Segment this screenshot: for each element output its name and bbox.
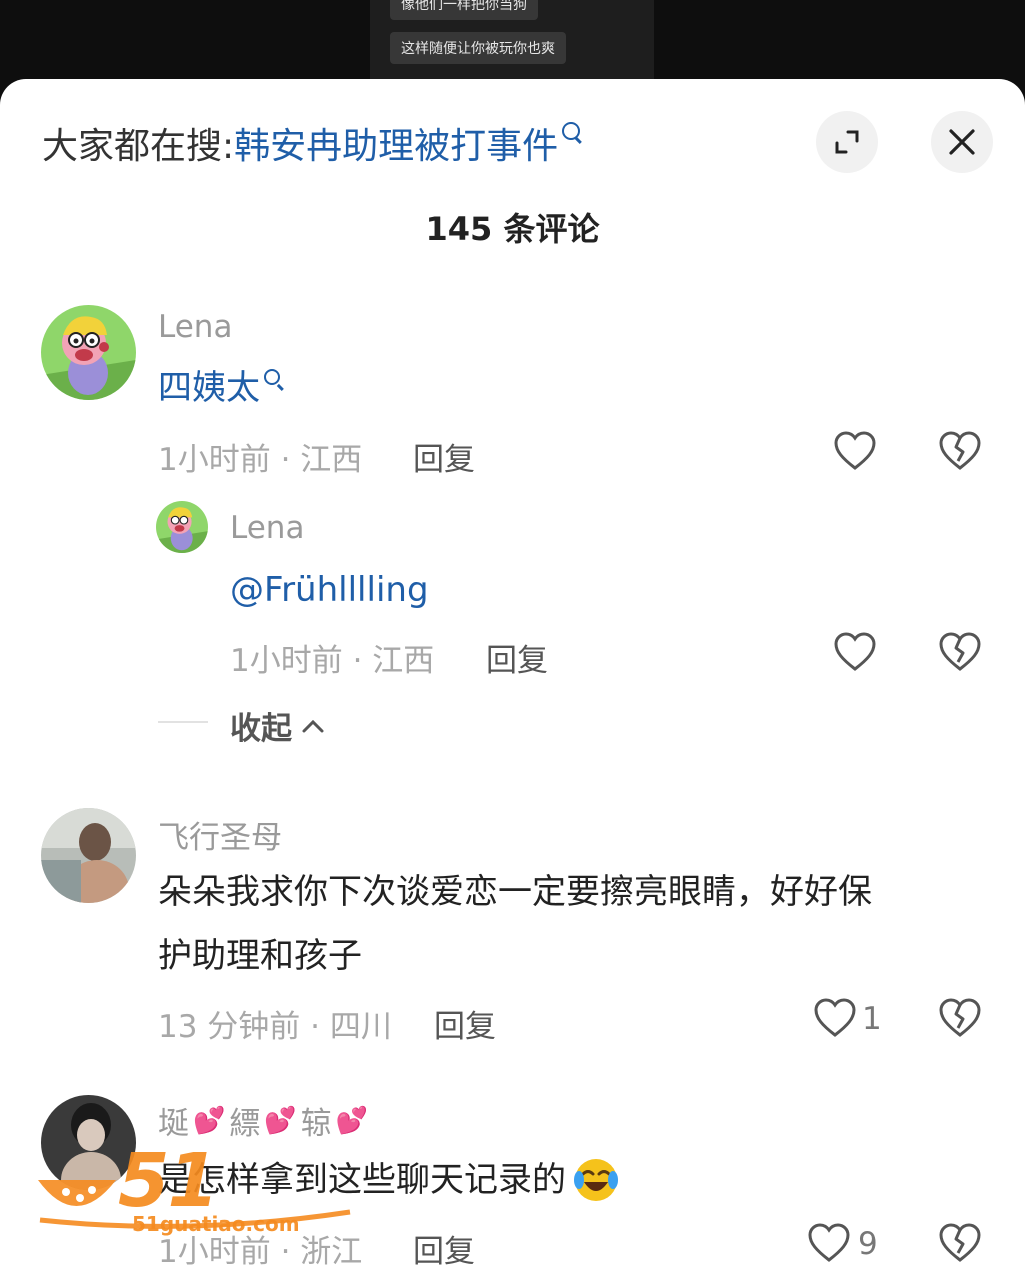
search-icon [562,122,581,140]
like-count: 9 [858,1226,878,1262]
comment-text: 护助理和孩子 [158,936,362,976]
two-hearts-icon: 💕 [264,1105,297,1136]
video-caption: 这样随便让你被玩你也爽 [390,32,566,64]
search-label: 大家都在搜: [42,126,235,167]
collapse-replies-button[interactable]: 收起 [230,703,326,748]
broken-heart-icon[interactable] [937,1220,983,1266]
comment-meta: 1小时前 · 江西 [230,643,435,679]
close-button[interactable] [931,111,993,173]
two-hearts-icon: 💕 [193,1105,226,1136]
avatar[interactable] [41,808,136,903]
username[interactable]: Lena [158,309,232,345]
avatar[interactable] [156,501,208,553]
mention-link[interactable]: @Frühlllling [230,558,429,622]
broken-heart-icon[interactable] [937,428,983,474]
avatar[interactable] [41,305,136,400]
username[interactable]: Lena [230,510,304,546]
comment-text: 四姨太 [158,356,280,420]
reply-button[interactable]: 回复 [413,434,475,479]
chevron-up-icon [302,719,324,732]
expand-icon [835,130,859,154]
username-part: 縹 [229,1106,261,1142]
trending-search[interactable]: 大家都在搜: 韩安冉助理被打事件 [42,117,581,169]
comment-meta: 1小时前 · 江西 [158,442,363,478]
divider [158,721,208,723]
heart-icon[interactable] [812,995,858,1041]
close-icon [949,129,975,155]
crying-laughing-emoji-icon [574,1159,618,1201]
username[interactable]: 飞行圣母 [158,812,282,857]
username-part: 埏 [158,1106,189,1142]
expand-button[interactable] [816,111,878,173]
heart-icon[interactable] [832,629,878,675]
search-term-link[interactable]: 韩安冉助理被打事件 [234,117,558,169]
reply-button[interactable]: 回复 [413,1226,475,1271]
collapse-label: 收起 [230,711,292,747]
heart-icon[interactable] [806,1220,852,1266]
comment-count: 145 条评论 [425,210,600,248]
reply-button[interactable]: 回复 [434,1001,496,1046]
search-icon [264,369,280,385]
photo-avatar-icon [41,808,136,903]
comment-text: 朵朵我求你下次谈爱恋一定要擦亮眼睛，好好保 [158,872,872,912]
reply-button[interactable]: 回复 [486,635,548,680]
username[interactable]: 埏 💕 縹 💕 辌 💕 [158,1098,372,1143]
username-part: 辌 [300,1106,332,1142]
watermark-url: 51guatiao.com [132,1212,300,1236]
broken-heart-icon[interactable] [937,995,983,1041]
video-caption: 像他们一样把你当狗 [390,0,538,20]
comment-link[interactable]: 四姨太 [158,368,260,408]
like-count: 1 [862,1001,882,1037]
broken-heart-icon[interactable] [937,629,983,675]
comment-meta: 13 分钟前 · 四川 [158,1009,392,1045]
two-hearts-icon: 💕 [335,1105,369,1136]
cartoon-avatar-icon [156,501,208,553]
heart-icon[interactable] [832,428,878,474]
cartoon-avatar-icon [41,305,136,400]
